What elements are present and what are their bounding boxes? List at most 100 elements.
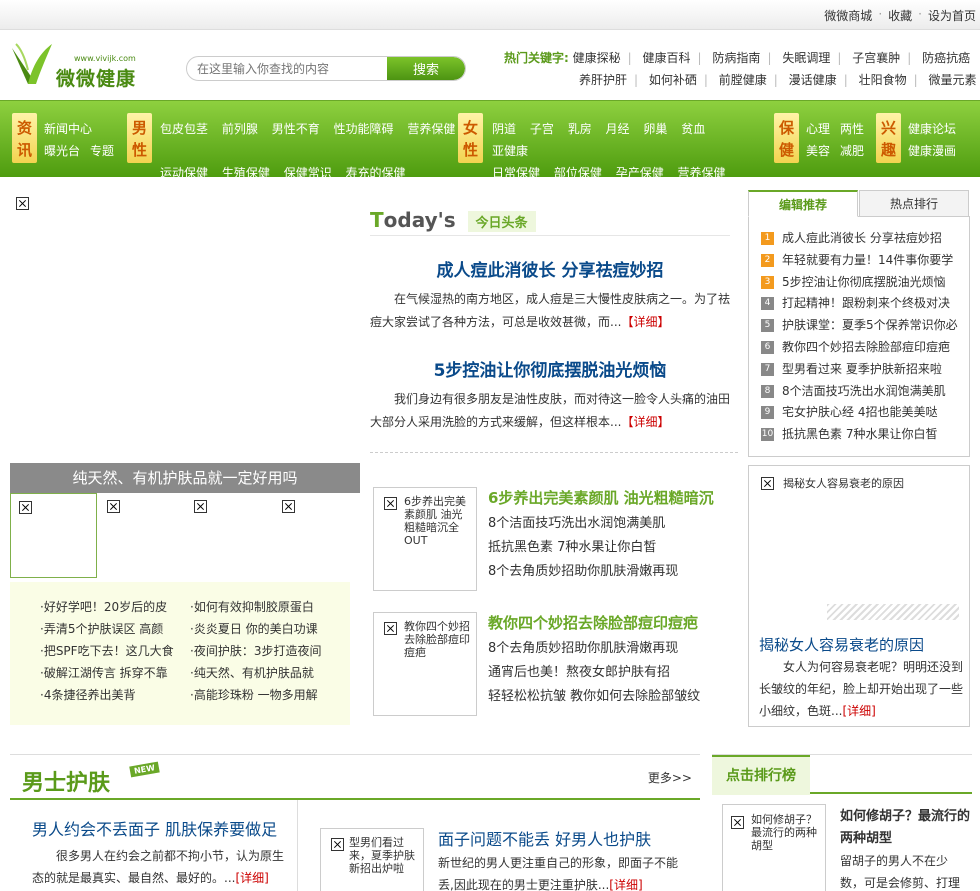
nav-link[interactable]: 减肥 <box>840 144 864 158</box>
mens-featured-title[interactable]: 男人约会不丢面子 肌肤保养要做足 <box>32 816 277 840</box>
mens-title[interactable]: 男士护肤 <box>22 765 110 797</box>
nav-link[interactable]: 寿充的保健 <box>346 166 406 177</box>
nav-link[interactable]: 保健常识 <box>284 166 332 177</box>
hot-keyword[interactable]: 防癌抗癌 <box>922 51 970 65</box>
nav-link[interactable]: 美容 <box>806 144 830 158</box>
nav-category-female[interactable]: 女性 <box>458 113 483 163</box>
nav-link[interactable]: 亚健康 <box>492 144 528 158</box>
nav-link[interactable]: 贫血 <box>681 122 705 136</box>
tab-hot-ranking[interactable]: 热点排行 <box>859 190 969 217</box>
hot-keyword[interactable]: 失眠调理 <box>782 51 830 65</box>
nav-link[interactable]: 性功能障碍 <box>334 122 394 136</box>
feature-title[interactable]: 揭秘女人容易衰老的原因 <box>759 634 924 655</box>
mens-image[interactable]: 型男们看过来，夏季护肤新招出炉啦 <box>320 828 424 891</box>
list-item[interactable]: ·高能珍珠粉 一物多用解 <box>190 684 321 706</box>
hot-keyword[interactable]: 养肝护肝 <box>579 73 627 87</box>
list-item[interactable]: ·纯天然、有机护肤品就 <box>190 662 321 684</box>
nav-link[interactable]: 两性 <box>840 122 864 136</box>
mens-article-title[interactable]: 面子问题不能丢 好男人也护肤 <box>438 826 651 850</box>
nav-link[interactable]: 日常保健 <box>492 166 540 177</box>
natural-heading[interactable]: 纯天然、有机护肤品就一定好用吗 <box>10 463 360 493</box>
article-link[interactable]: 8个去角质妙招助你肌肤滑嫩再现 <box>488 560 678 584</box>
detail-link[interactable]: [详细] <box>609 878 642 891</box>
top-link-homepage[interactable]: 设为首页 <box>928 7 976 24</box>
hot-keyword[interactable]: 微量元素 <box>928 73 976 87</box>
thumb-selected[interactable] <box>10 493 97 578</box>
ranking-item[interactable]: 8 8个洁面技巧洗出水润饱满美肌 <box>761 381 969 403</box>
article-title[interactable]: 6步养出完美素颜肌 油光粗糙暗沉 <box>488 487 714 508</box>
ranking-item[interactable]: 7 型男看过来 夏季护肤新招来啦 <box>761 359 969 381</box>
article-link[interactable]: 通宵后也美！熬夜女郎护肤有招 <box>488 661 700 685</box>
article-image[interactable]: 教你四个妙招去除脸部痘印痘疤 <box>373 612 477 716</box>
list-item[interactable]: ·炎炎夏日 你的美白功课 <box>190 618 321 640</box>
nav-link[interactable]: 部位保健 <box>554 166 602 177</box>
top-link-favorite[interactable]: 收藏 <box>888 7 912 24</box>
detail-link[interactable]: 【详细】 <box>621 315 669 329</box>
hot-keyword[interactable]: 健康探秘 <box>573 51 621 65</box>
tab-editor-picks[interactable]: 编辑推荐 <box>748 190 858 217</box>
nav-link[interactable]: 营养保健 <box>678 166 726 177</box>
detail-link[interactable]: [详细] <box>235 871 268 885</box>
nav-category-news[interactable]: 资讯 <box>12 113 37 163</box>
nav-link[interactable]: 专题 <box>90 144 114 158</box>
article-link[interactable]: 轻轻松松抗皱 教你如何去除脸部皱纹 <box>488 685 700 709</box>
article-link[interactable]: 8个洁面技巧洗出水润饱满美肌 <box>488 512 678 536</box>
list-item[interactable]: ·弄清5个护肤误区 高颜 <box>40 618 174 640</box>
nav-link[interactable]: 营养保健 <box>407 122 455 136</box>
nav-link[interactable]: 月经 <box>606 122 630 136</box>
list-item[interactable]: ·夜间护肤：3步打造夜间 <box>190 640 321 662</box>
nav-link[interactable]: 生殖保健 <box>222 166 270 177</box>
detail-link[interactable]: 【详细】 <box>621 415 669 429</box>
search-button[interactable]: 搜索 <box>387 57 465 80</box>
list-item[interactable]: ·破解江湖传言 拆穿不靠 <box>40 662 174 684</box>
top-link-shop[interactable]: 微微商城 <box>824 7 872 24</box>
click-rank-title[interactable]: 点击排行榜 <box>712 755 810 795</box>
hot-keyword[interactable]: 漫话健康 <box>789 73 837 87</box>
article-link[interactable]: 8个去角质妙招助你肌肤滑嫩再现 <box>488 637 700 661</box>
broken-image-icon[interactable] <box>282 500 295 513</box>
nav-link[interactable]: 包皮包茎 <box>160 122 208 136</box>
nav-link[interactable]: 卵巢 <box>643 122 667 136</box>
nav-link[interactable]: 健康论坛 <box>908 122 956 136</box>
nav-link[interactable]: 孕产保健 <box>616 166 664 177</box>
broken-image-icon[interactable] <box>107 500 120 513</box>
nav-link[interactable]: 健康漫画 <box>908 144 956 158</box>
nav-link[interactable]: 男性不育 <box>272 122 320 136</box>
nav-link[interactable]: 曝光台 <box>44 144 80 158</box>
nav-category-male[interactable]: 男性 <box>127 113 152 163</box>
feature-image-alt[interactable]: 揭秘女人容易衰老的原因 <box>783 475 904 491</box>
list-item[interactable]: ·把SPF吃下去！这几大食 <box>40 640 174 662</box>
ranking-item[interactable]: 6 教你四个妙招去除脸部痘印痘疤 <box>761 337 969 359</box>
hot-keyword[interactable]: 壮阳食物 <box>859 73 907 87</box>
ranking-item[interactable]: 3 5步控油让你彻底摆脱油光烦恼 <box>761 272 969 294</box>
list-item[interactable]: ·4条捷径养出美背 <box>40 684 174 706</box>
site-logo[interactable]: www.vivijk.com 微微健康 <box>10 38 150 90</box>
hot-keyword[interactable]: 如何补硒 <box>649 73 697 87</box>
nav-link[interactable]: 心理 <box>806 122 830 136</box>
more-link[interactable]: 更多>> <box>648 769 692 786</box>
nav-link[interactable]: 乳房 <box>568 122 592 136</box>
hot-keyword[interactable]: 前膛健康 <box>719 73 767 87</box>
banner-image[interactable] <box>16 197 29 213</box>
ranking-item[interactable]: 4 打起精神！跟粉刺来个终极对决 <box>761 293 969 315</box>
nav-category-health[interactable]: 保健 <box>774 113 799 163</box>
article-title[interactable]: 教你四个妙招去除脸部痘印痘疤 <box>488 612 698 633</box>
click-rank-image[interactable]: 如何修胡子？最流行的两种胡型 <box>722 804 826 891</box>
hot-keyword[interactable]: 子宫襄肿 <box>852 51 900 65</box>
ranking-item[interactable]: 2 年轻就要有力量！14件事你要学 <box>761 250 969 272</box>
nav-link[interactable]: 阴道 <box>492 122 516 136</box>
nav-link[interactable]: 子宫 <box>530 122 554 136</box>
list-item[interactable]: ·好好学吧！20岁后的皮 <box>40 596 174 618</box>
ranking-item[interactable]: 10 抵抗黑色素 7种水果让你白皙 <box>761 424 969 446</box>
search-input[interactable] <box>187 57 387 80</box>
broken-image-icon[interactable] <box>194 500 207 513</box>
article-image[interactable]: 6步养出完美素颜肌 油光粗糙暗沉全OUT <box>373 487 477 591</box>
article-link[interactable]: 抵抗黑色素 7种水果让你白皙 <box>488 536 678 560</box>
nav-link[interactable]: 运动保健 <box>160 166 208 177</box>
ranking-item[interactable]: 9 宅女护肤心经 4招也能美美哒 <box>761 402 969 424</box>
nav-category-interest[interactable]: 兴趣 <box>876 113 901 163</box>
headline-title[interactable]: 5步控油让你彻底摆脱油光烦恼 <box>370 356 730 381</box>
nav-link[interactable]: 新闻中心 <box>44 122 92 136</box>
hot-keyword[interactable]: 防病指南 <box>712 51 760 65</box>
hot-keyword[interactable]: 健康百科 <box>643 51 691 65</box>
